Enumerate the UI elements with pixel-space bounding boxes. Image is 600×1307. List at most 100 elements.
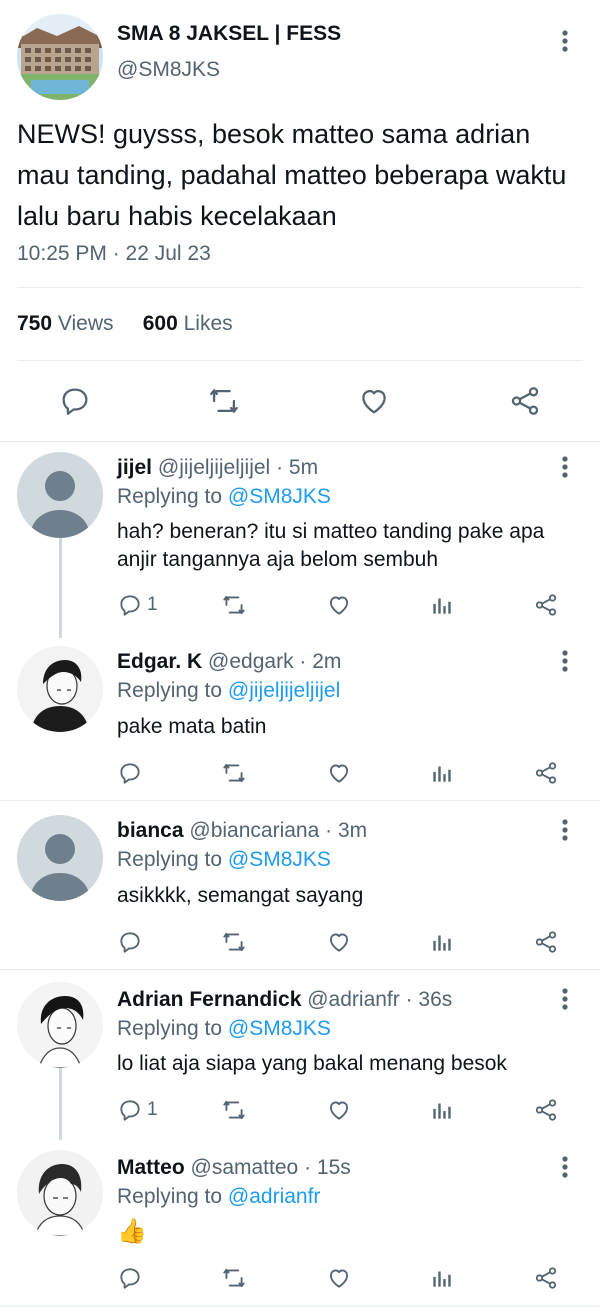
more-options-icon[interactable] (552, 986, 578, 1012)
reply-button[interactable] (117, 928, 143, 956)
user-handle[interactable]: @jijeljijeljijel (158, 456, 270, 479)
replying-to-link[interactable]: @adrianfr (228, 1185, 321, 1208)
replying-to-link[interactable]: @SM8JKS (228, 848, 331, 871)
reply-item[interactable]: jijel @jijeljijeljijel · 5m Replying to … (0, 442, 600, 638)
like-button[interactable] (326, 1096, 352, 1124)
thread-line (59, 1068, 62, 1140)
replying-to-link[interactable]: @SM8JKS (228, 485, 331, 508)
replying-to-label: Replying to (117, 679, 223, 702)
avatar[interactable] (17, 14, 103, 100)
views-button[interactable] (429, 928, 455, 956)
replying-to-label: Replying to (117, 1185, 223, 1208)
views-button[interactable] (429, 1264, 455, 1292)
like-icon[interactable] (357, 384, 391, 418)
tweet-text: NEWS! guysss, besok matteo sama adrian m… (17, 119, 567, 231)
share-button[interactable] (533, 1096, 559, 1124)
reply-button[interactable]: 1 (117, 591, 158, 619)
share-icon[interactable] (508, 384, 542, 418)
reply-item[interactable]: bianca @biancariana · 3m Replying to @SM… (0, 801, 600, 970)
avatar[interactable] (17, 815, 103, 901)
like-button[interactable] (326, 928, 352, 956)
display-name[interactable]: bianca (117, 819, 184, 842)
display-name[interactable]: Matteo (117, 1156, 185, 1179)
more-options-icon[interactable] (552, 817, 578, 843)
retweet-icon (221, 592, 247, 618)
user-handle[interactable]: @biancariana (189, 819, 319, 842)
more-options-icon[interactable] (552, 1154, 578, 1180)
share-button[interactable] (533, 928, 559, 956)
user-handle[interactable]: @samatteo (191, 1156, 299, 1179)
display-name[interactable]: SMA 8 JAKSEL | FESS (117, 22, 341, 46)
display-name[interactable]: Adrian Fernandick (117, 988, 301, 1011)
retweet-icon[interactable] (207, 384, 241, 418)
share-icon (533, 592, 559, 618)
more-options-icon[interactable] (552, 28, 578, 54)
tweet-stats: 750 Views 600 Likes (17, 312, 233, 336)
retweet-icon (221, 1097, 247, 1123)
reply-button[interactable]: 1 (117, 1096, 158, 1124)
avatar[interactable] (17, 1150, 103, 1236)
reply-text: asikkkk, semangat sayang (117, 884, 364, 907)
avatar[interactable] (17, 452, 103, 538)
reply-button[interactable] (117, 759, 143, 787)
reply-count: 1 (147, 1099, 158, 1120)
views-button[interactable] (429, 591, 455, 619)
avatar[interactable] (17, 982, 103, 1068)
reply-header: Matteo @samatteo · 15s (117, 1156, 351, 1180)
like-button[interactable] (326, 759, 352, 787)
reply-icon (117, 1265, 143, 1291)
user-handle[interactable]: @adrianfr (307, 988, 400, 1011)
more-options-icon[interactable] (552, 454, 578, 480)
reply-icon[interactable] (58, 384, 92, 418)
views-button[interactable] (429, 1096, 455, 1124)
replying-to-link[interactable]: @jijeljijeljijel (228, 679, 340, 702)
replying-to: Replying to @SM8JKS (117, 1017, 331, 1041)
views-icon (429, 929, 455, 955)
retweet-button[interactable] (221, 759, 247, 787)
views-icon (429, 760, 455, 786)
reply-time: · 3m (325, 819, 368, 842)
share-button[interactable] (533, 1264, 559, 1292)
like-button[interactable] (326, 591, 352, 619)
share-icon (533, 1265, 559, 1291)
avatar[interactable] (17, 646, 103, 732)
reply-header: Edgar. K @edgark · 2m (117, 650, 341, 674)
likes-label[interactable]: Likes (184, 312, 233, 335)
retweet-button[interactable] (221, 928, 247, 956)
replying-to-link[interactable]: @SM8JKS (228, 1017, 331, 1040)
user-handle[interactable]: @SM8JKS (117, 58, 220, 82)
share-icon (533, 1097, 559, 1123)
reply-text: pake mata batin (117, 715, 267, 738)
reply-icon (117, 929, 143, 955)
replying-to-label: Replying to (117, 1017, 223, 1040)
views-button[interactable] (429, 759, 455, 787)
retweet-button[interactable] (221, 591, 247, 619)
reply-text: hah? beneran? itu si matteo tanding pake… (117, 520, 545, 571)
views-icon (429, 1097, 455, 1123)
views-icon (429, 592, 455, 618)
reply-item[interactable]: Matteo @samatteo · 15s Replying to @adri… (0, 1138, 600, 1307)
reply-header: bianca @biancariana · 3m (117, 819, 367, 843)
likes-count[interactable]: 600 (143, 312, 178, 335)
reply-time: · 2m (299, 650, 342, 673)
share-button[interactable] (533, 759, 559, 787)
display-name[interactable]: jijel (117, 456, 152, 479)
thread-line (59, 538, 62, 638)
reply-item[interactable]: Adrian Fernandick @adrianfr · 36s Replyi… (0, 970, 600, 1140)
main-tweet: SMA 8 JAKSEL | FESS @SM8JKS NEWS! guysss… (0, 0, 600, 442)
like-icon (326, 1097, 352, 1123)
replying-to-label: Replying to (117, 485, 223, 508)
share-button[interactable] (533, 591, 559, 619)
display-name[interactable]: Edgar. K (117, 650, 202, 673)
retweet-button[interactable] (221, 1264, 247, 1292)
reply-header: jijel @jijeljijeljijel · 5m (117, 456, 318, 480)
like-button[interactable] (326, 1264, 352, 1292)
retweet-button[interactable] (221, 1096, 247, 1124)
reply-item[interactable]: Edgar. K @edgark · 2m Replying to @jijel… (0, 636, 600, 801)
share-icon (533, 760, 559, 786)
user-handle[interactable]: @edgark (208, 650, 294, 673)
more-options-icon[interactable] (552, 648, 578, 674)
retweet-icon (221, 1265, 247, 1291)
reply-button[interactable] (117, 1264, 143, 1292)
views-label: Views (57, 312, 114, 335)
